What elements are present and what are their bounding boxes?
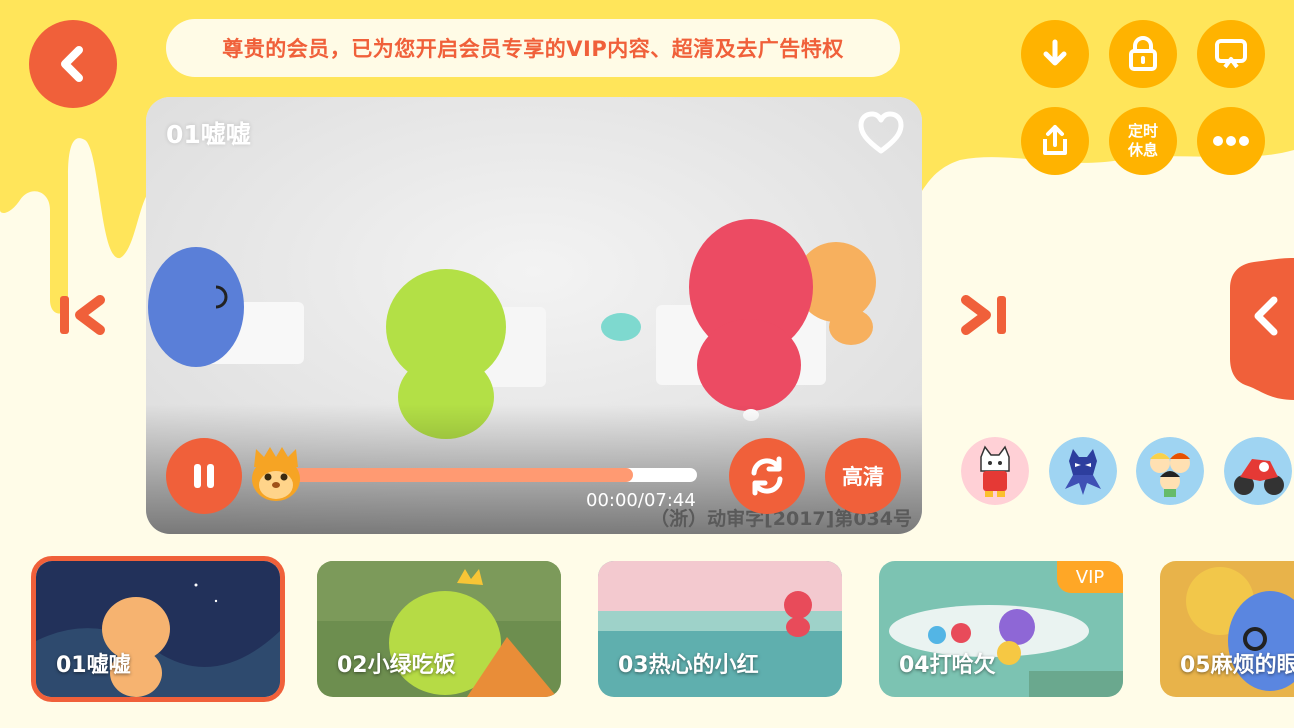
vip-badge: VIP: [1057, 561, 1123, 593]
series-avatar-motorbike[interactable]: [1224, 437, 1292, 505]
sleep-timer-label: 定时 休息: [1123, 122, 1163, 160]
episode-label: 01嘘嘘: [56, 653, 131, 678]
episode-label: 05麻烦的眼镜: [1180, 653, 1294, 678]
player-title: 01嘘嘘: [166, 120, 251, 149]
quality-button[interactable]: 高清: [825, 438, 901, 514]
episode-card[interactable]: VIP 04打哈欠: [879, 561, 1123, 697]
episode-label: 03热心的小红: [618, 653, 759, 678]
sleep-timer-line1: 定时: [1127, 122, 1158, 140]
episode-card[interactable]: 03热心的小红: [598, 561, 842, 697]
series-avatar-pjmasks[interactable]: [1049, 437, 1117, 505]
share-icon: [1043, 125, 1067, 155]
vip-privilege-banner: 尊贵的会员，已为您开启会员专享的VIP内容、超清及去广告特权: [166, 19, 900, 77]
episode-label: 02小绿吃饭: [337, 653, 456, 678]
cast-button[interactable]: [1197, 20, 1265, 88]
loop-mode-button[interactable]: [729, 438, 805, 514]
episode-card[interactable]: 02小绿吃饭: [317, 561, 561, 697]
sleep-timer-line2: 休息: [1127, 141, 1158, 159]
previous-episode-button[interactable]: [58, 292, 108, 338]
pause-icon: [194, 464, 214, 488]
sleep-timer-button[interactable]: 定时 休息: [1109, 107, 1177, 175]
loop-icon: [751, 456, 783, 496]
progress-thumb-mascot[interactable]: [248, 445, 304, 503]
series-avatar-powerpuff[interactable]: [1136, 437, 1204, 505]
pause-button[interactable]: [166, 438, 242, 514]
episode-card[interactable]: 01嘘嘘: [31, 556, 285, 702]
back-button[interactable]: [29, 20, 117, 108]
lock-icon: [1129, 36, 1157, 71]
download-icon: [1043, 39, 1067, 66]
more-icon: [1213, 136, 1249, 146]
share-button[interactable]: [1021, 107, 1089, 175]
vip-banner-text: 尊贵的会员，已为您开启会员专享的VIP内容、超清及去广告特权: [222, 37, 844, 61]
chevron-left-icon: [61, 46, 83, 82]
favorite-heart-icon[interactable]: [858, 111, 904, 155]
cat-cartoon-icon: [961, 437, 1029, 505]
video-player[interactable]: 01嘘嘘 00:00/07:44 （浙）动审字[2017]第034号 高清: [146, 97, 922, 534]
series-avatar-cat[interactable]: [961, 437, 1029, 505]
download-button[interactable]: [1021, 20, 1089, 88]
lock-button[interactable]: [1109, 20, 1177, 88]
side-panel-tab[interactable]: [1230, 258, 1294, 400]
cast-icon: [1215, 39, 1247, 69]
motorbike-cartoon-icon: [1224, 437, 1292, 505]
next-episode-button[interactable]: [958, 292, 1010, 338]
episode-label: 04打哈欠: [899, 653, 996, 678]
progress-buffer: [273, 468, 634, 482]
pj-masks-cartoon-icon: [1049, 437, 1117, 505]
progress-track[interactable]: [273, 468, 697, 482]
powerpuff-cartoon-icon: [1136, 437, 1204, 505]
more-button[interactable]: [1197, 107, 1265, 175]
episode-card[interactable]: 05麻烦的眼镜: [1160, 561, 1294, 697]
